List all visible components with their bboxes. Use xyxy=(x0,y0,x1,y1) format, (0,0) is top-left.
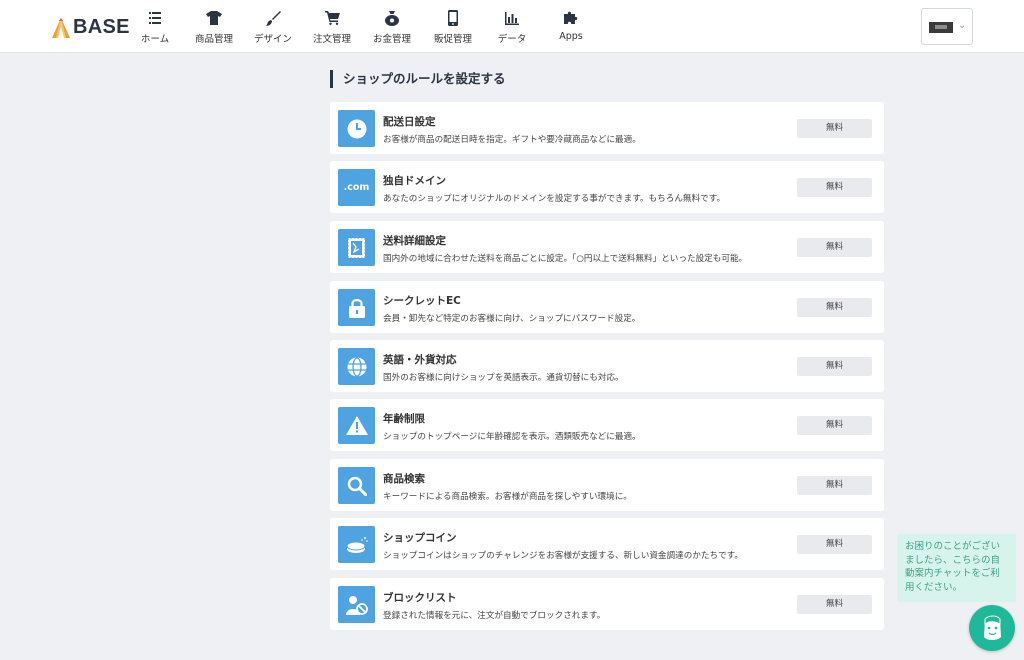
nav-apps[interactable]: Apps xyxy=(539,9,603,42)
nav-money-label: お金管理 xyxy=(372,34,411,45)
price-button[interactable]: 無料 xyxy=(797,298,872,317)
nav-money[interactable]: お金管理 xyxy=(360,9,424,45)
nav-data[interactable]: データ xyxy=(480,9,544,45)
app-title: 配送日設定 xyxy=(383,116,436,128)
dotcom-icon: .com xyxy=(338,169,375,206)
account-menu-button[interactable]: ⌄ xyxy=(921,8,973,45)
app-title: 独自ドメイン xyxy=(383,175,446,187)
chevron-down-icon: ⌄ xyxy=(958,20,967,31)
search-icon xyxy=(338,467,375,504)
app-description: お客様が商品の配送日時を指定。ギフトや要冷蔵商品などに最適。 xyxy=(383,135,641,145)
smartphone-icon xyxy=(448,10,458,26)
section-title: ショップのルールを設定する xyxy=(330,70,506,88)
price-button[interactable]: 無料 xyxy=(797,416,872,435)
app-description: キーワードによる商品検索。お客様が商品を探しやすい環境に。 xyxy=(383,492,632,502)
price-button[interactable]: 無料 xyxy=(797,535,872,554)
brush-icon xyxy=(265,10,281,26)
nav-items-label: 商品管理 xyxy=(194,34,233,45)
nav-apps-label: Apps xyxy=(559,31,583,42)
app-title: ショップコイン xyxy=(383,532,457,544)
nav-home-label: ホーム xyxy=(140,34,170,45)
chat-open-button[interactable] xyxy=(969,605,1015,651)
bar-chart-icon xyxy=(505,11,519,25)
price-button[interactable]: 無料 xyxy=(797,178,872,197)
nav-items[interactable]: 商品管理 xyxy=(182,9,246,45)
app-description: ショップコインはショップのチャレンジをお客様が支援する、新しい資金調達のかたちで… xyxy=(383,551,743,561)
coin-icon xyxy=(338,526,375,563)
block-user-icon xyxy=(338,586,375,623)
app-card-product-search[interactable]: 商品検索 キーワードによる商品検索。お客様が商品を探しやすい環境に。 無料 xyxy=(330,459,884,511)
nav-orders[interactable]: 注文管理 xyxy=(300,9,364,45)
nav-promotion-label: 販促管理 xyxy=(433,34,472,45)
nav-orders-label: 注文管理 xyxy=(312,34,351,45)
price-button[interactable]: 無料 xyxy=(797,238,872,257)
money-bag-icon xyxy=(385,10,399,26)
global-header: BASE ホーム 商品管理 デザイン 注文管理 お金管理 販促管理 データ Ap… xyxy=(0,0,1024,53)
dotcom-icon-text: .com xyxy=(343,182,370,193)
nav-home[interactable]: ホーム xyxy=(123,9,187,45)
nav-data-label: データ xyxy=(497,34,527,45)
app-card-block-list[interactable]: ブロックリスト 登録された情報を元に、注文が自動でブロックされます。 無料 xyxy=(330,578,884,630)
app-description: 登録された情報を元に、注文が自動でブロックされます。 xyxy=(383,611,606,621)
app-card-english-currency[interactable]: 英語・外貨対応 国外のお客様に向けショップを英語表示。通貨切替にも対応。 無料 xyxy=(330,340,884,392)
globe-icon xyxy=(338,348,375,385)
chat-bot-icon xyxy=(984,615,1001,640)
app-card-shipping-detail[interactable]: 送料詳細設定 国内外の地域に合わせた送料を商品ごとに設定。「○円以上で送料無料」… xyxy=(330,221,884,273)
lock-icon xyxy=(338,289,375,326)
app-title: シークレットEC xyxy=(383,295,461,307)
app-description: ショップのトップページに年齢確認を表示。酒類販売などに最適。 xyxy=(383,432,641,442)
price-button[interactable]: 無料 xyxy=(797,357,872,376)
app-description: 国外のお客様に向けショップを英語表示。通貨切替にも対応。 xyxy=(383,373,624,383)
puzzle-icon xyxy=(564,11,578,24)
chat-prompt-bubble[interactable]: お困りのことがございましたら、こちらの自動案内チャットをご利用ください。 xyxy=(897,534,1016,602)
app-card-age-limit[interactable]: 年齢制限 ショップのトップページに年齢確認を表示。酒類販売などに最適。 無料 xyxy=(330,399,884,451)
app-title: 送料詳細設定 xyxy=(383,235,446,247)
base-logo[interactable]: BASE xyxy=(52,16,130,39)
price-button[interactable]: 無料 xyxy=(797,595,872,614)
app-description: あなたのショップにオリジナルのドメインを設定する事ができます。もちろん無料です。 xyxy=(383,194,726,204)
app-title: 英語・外貨対応 xyxy=(383,354,457,366)
app-title: ブロックリスト xyxy=(383,592,457,604)
app-description: 国内外の地域に合わせた送料を商品ごとに設定。「○円以上で送料無料」といった設定も… xyxy=(383,254,748,264)
nav-design[interactable]: デザイン xyxy=(241,9,305,45)
tent-logo-icon xyxy=(52,17,70,38)
app-card-custom-domain[interactable]: .com 独自ドメイン あなたのショップにオリジナルのドメインを設定する事ができ… xyxy=(330,161,884,213)
clock-icon xyxy=(338,110,375,147)
app-title: 年齢制限 xyxy=(383,413,425,425)
cart-icon xyxy=(324,11,340,25)
list-icon xyxy=(149,12,161,24)
app-title: 商品検索 xyxy=(383,473,425,485)
nav-promotion[interactable]: 販促管理 xyxy=(421,9,485,45)
price-button[interactable]: 無料 xyxy=(797,119,872,138)
stamp-icon xyxy=(338,229,375,266)
app-card-shop-coin[interactable]: ショップコイン ショップコインはショップのチャレンジをお客様が支援する、新しい資… xyxy=(330,518,884,570)
app-card-delivery-date[interactable]: 配送日設定 お客様が商品の配送日時を指定。ギフトや要冷蔵商品などに最適。 無料 xyxy=(330,102,884,154)
app-description: 会員・卸先など特定のお客様に向け、ショップにパスワード設定。 xyxy=(383,314,641,324)
price-button[interactable]: 無料 xyxy=(797,476,872,495)
app-card-secret-ec[interactable]: シークレットEC 会員・卸先など特定のお客様に向け、ショップにパスワード設定。 … xyxy=(330,281,884,333)
shop-thumbnail xyxy=(929,22,953,33)
brand-name: BASE xyxy=(73,16,130,38)
warning-icon xyxy=(338,407,375,444)
nav-design-label: デザイン xyxy=(253,34,292,45)
tshirt-icon xyxy=(206,11,222,25)
